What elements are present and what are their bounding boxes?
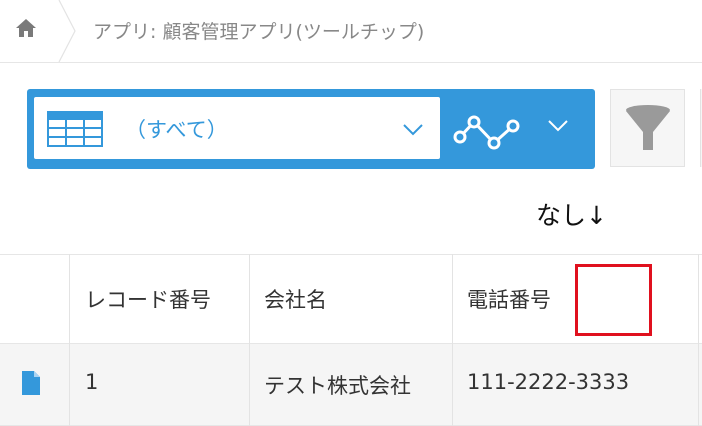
table-icon [47, 111, 103, 147]
column-divider [452, 254, 453, 426]
column-divider [249, 254, 250, 426]
line-graph-icon [453, 115, 520, 150]
filter-button[interactable] [610, 89, 685, 167]
view-dropdown[interactable]: （すべて） [34, 97, 440, 159]
highlight-box [575, 264, 652, 336]
breadcrumb-app-title[interactable]: アプリ: 顧客管理アプリ(ツールチップ) [93, 17, 424, 44]
chevron-down-icon [403, 124, 423, 136]
table-header-border [0, 343, 702, 344]
column-divider [69, 254, 70, 426]
document-icon[interactable] [21, 370, 41, 396]
cell-phone: 111-2222-3333 [467, 370, 630, 394]
annotation-text: なし↓ [536, 201, 607, 230]
home-icon [16, 19, 36, 37]
column-divider [698, 254, 699, 426]
cell-company: テスト株式会社 [264, 374, 411, 398]
table-top-border [0, 254, 702, 255]
column-header-phone[interactable]: 電話番号 [467, 284, 551, 314]
funnel-icon [626, 105, 670, 150]
home-button[interactable] [0, 0, 58, 59]
breadcrumb: アプリ: 顧客管理アプリ(ツールチップ) [0, 0, 702, 62]
view-selector-bar: （すべて） [27, 89, 595, 169]
graph-button[interactable] [452, 107, 527, 151]
header-divider [0, 62, 702, 63]
column-header-record-number[interactable]: レコード番号 [85, 284, 211, 314]
graph-chevron-down-icon[interactable] [547, 119, 569, 132]
column-header-company[interactable]: 会社名 [264, 284, 327, 314]
selected-view-label: （すべて） [125, 118, 228, 142]
cell-record-number: 1 [85, 370, 99, 394]
breadcrumb-separator [58, 0, 76, 62]
